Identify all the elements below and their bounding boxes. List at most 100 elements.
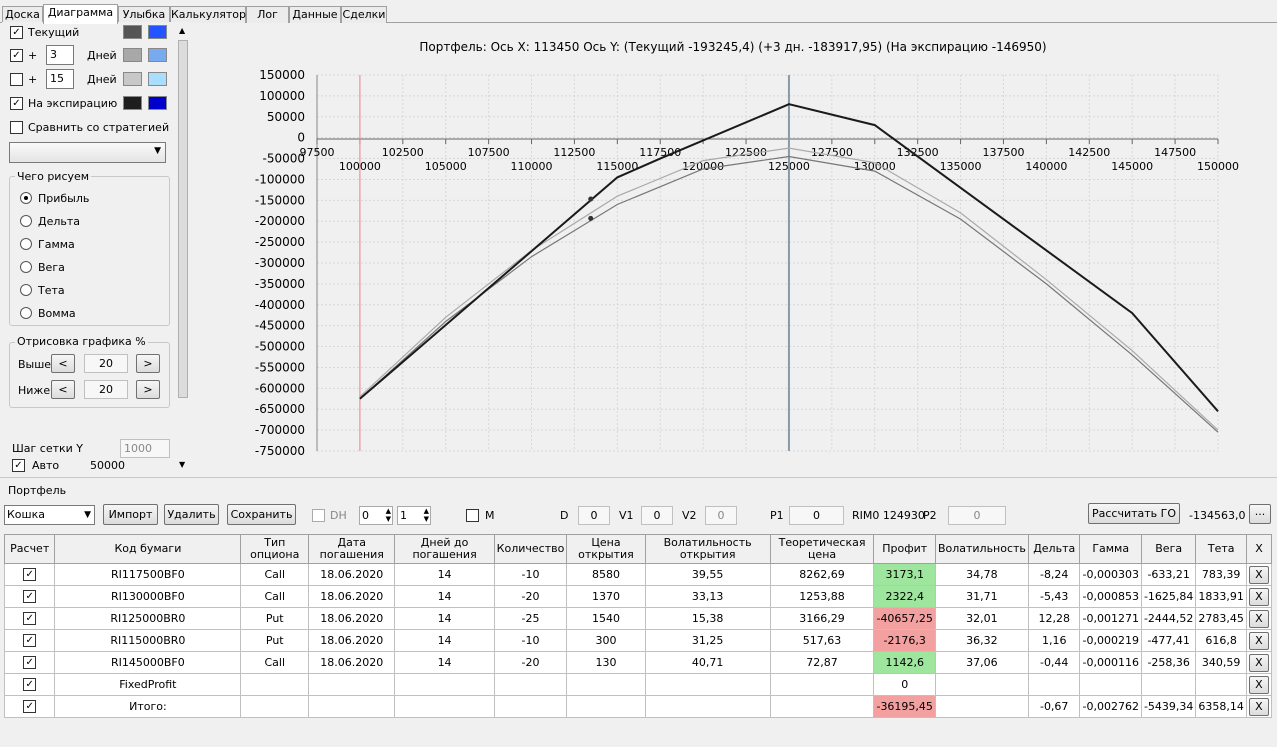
col-theta[interactable]: Тета — [1195, 534, 1247, 564]
row-checkbox[interactable]: ✓ — [23, 568, 37, 582]
tab-deals[interactable]: Сделки — [341, 6, 387, 23]
tab-data[interactable]: Данные — [289, 6, 341, 23]
scroll-thumb[interactable] — [178, 40, 188, 398]
tab-log[interactable]: Лог — [246, 6, 289, 23]
tab-diagram[interactable]: Диаграмма — [43, 4, 118, 24]
left-scrollbar[interactable]: ▲ ▼ — [177, 22, 189, 474]
dh-checkbox[interactable] — [312, 509, 325, 522]
above-value[interactable]: 20 — [84, 354, 128, 373]
col-code[interactable]: Код бумаги — [54, 534, 242, 564]
remove-row-button[interactable]: X — [1248, 587, 1269, 606]
auto-checkbox[interactable]: ✓ — [12, 459, 25, 472]
d-value[interactable]: 0 — [578, 506, 610, 525]
spin2-input[interactable]: 1 ▲ ▼ — [397, 506, 431, 525]
days2-input[interactable]: 15 — [46, 69, 74, 89]
col-qty[interactable]: Количество — [493, 534, 568, 564]
portfolio-select[interactable]: Кошка ▼ — [4, 505, 95, 525]
col-price[interactable]: Цена открытия — [566, 534, 646, 564]
col-gamma[interactable]: Гамма — [1079, 534, 1142, 564]
row-checkbox[interactable]: ✓ — [23, 656, 37, 670]
above-increase-button[interactable]: > — [136, 354, 160, 373]
grid-step-input[interactable]: 1000 — [120, 439, 170, 458]
days1-input[interactable]: 3 — [46, 45, 74, 65]
strategy-select[interactable]: ▼ — [9, 142, 166, 163]
tab-smile[interactable]: Улыбка — [118, 6, 170, 23]
radio-vega[interactable] — [20, 261, 32, 273]
calc-cell[interactable]: ✓ — [3, 629, 56, 652]
more-button[interactable]: ... — [1249, 504, 1271, 524]
col-delta[interactable]: Дельта — [1027, 534, 1081, 564]
delete-button[interactable]: Удалить — [164, 504, 219, 525]
table-row[interactable]: ✓ RI145000BF0 Call 18.06.2020 14 -20 130 40,71 7… — [3, 651, 1273, 674]
expiration-color-swatch-2[interactable] — [148, 96, 167, 110]
table-row[interactable]: ✓ FixedProfit 0 X — [3, 673, 1273, 696]
remove-row-button[interactable]: X — [1248, 631, 1269, 650]
col-vol-open[interactable]: Волатильность открытия — [644, 534, 771, 564]
panel-splitter[interactable] — [0, 477, 1277, 481]
table-row[interactable]: ✓ RI125000BR0 Put 18.06.2020 14 -25 1540 15,38 3… — [3, 607, 1273, 630]
days2-color-swatch-2[interactable] — [148, 72, 167, 86]
remove-row-button[interactable]: X — [1248, 675, 1269, 694]
remove-cell[interactable]: X — [1245, 629, 1273, 652]
expiration-color-swatch[interactable] — [123, 96, 142, 110]
scroll-up-icon[interactable]: ▲ — [179, 26, 185, 35]
row-checkbox[interactable]: ✓ — [23, 678, 37, 692]
calc-cell[interactable]: ✓ — [3, 607, 56, 630]
calc-cell[interactable]: ✓ — [3, 695, 56, 718]
above-decrease-button[interactable]: < — [51, 354, 75, 373]
spin-arrows-icon[interactable]: ▲ ▼ — [424, 507, 429, 523]
table-row[interactable]: ✓ RI115000BR0 Put 18.06.2020 14 -10 300 31,25 51… — [3, 629, 1273, 652]
remove-row-button[interactable]: X — [1248, 653, 1269, 672]
col-days[interactable]: Дней до погашения — [394, 534, 495, 564]
radio-delta[interactable] — [20, 215, 32, 227]
v2-value[interactable]: 0 — [705, 506, 737, 525]
remove-cell[interactable]: X — [1245, 563, 1273, 586]
current-checkbox[interactable]: ✓ — [10, 26, 23, 39]
table-row[interactable]: ✓ Итого: -36195,45 -0,67 -0,002762 -5439,34 63… — [3, 695, 1273, 718]
current-color-swatch[interactable] — [123, 25, 142, 39]
below-value[interactable]: 20 — [84, 380, 128, 399]
days2-color-swatch[interactable] — [123, 72, 142, 86]
p1-value[interactable]: 0 — [789, 506, 844, 525]
tab-calculator[interactable]: Калькулятор — [170, 6, 246, 23]
spin-arrows-icon[interactable]: ▲ ▼ — [386, 507, 391, 523]
v1-value[interactable]: 0 — [641, 506, 673, 525]
remove-row-button[interactable]: X — [1248, 609, 1269, 628]
remove-cell[interactable]: X — [1245, 673, 1273, 696]
radio-theta[interactable] — [20, 284, 32, 296]
days1-checkbox[interactable]: ✓ — [10, 49, 23, 62]
p2-value[interactable]: 0 — [948, 506, 1006, 525]
row-checkbox[interactable]: ✓ — [23, 634, 37, 648]
col-calc[interactable]: Расчет — [3, 534, 56, 564]
remove-cell[interactable]: X — [1245, 651, 1273, 674]
table-row[interactable]: ✓ RI117500BF0 Call 18.06.2020 14 -10 8580 39,55… — [3, 563, 1273, 586]
calc-cell[interactable]: ✓ — [3, 563, 56, 586]
col-vega[interactable]: Вега — [1140, 534, 1197, 564]
col-date[interactable]: Дата погашения — [308, 534, 396, 564]
m-checkbox[interactable] — [466, 509, 479, 522]
calc-go-button[interactable]: Рассчитать ГО — [1088, 503, 1180, 524]
save-button[interactable]: Сохранить — [227, 504, 296, 525]
row-checkbox[interactable]: ✓ — [23, 612, 37, 626]
calc-cell[interactable]: ✓ — [3, 585, 56, 608]
below-increase-button[interactable]: > — [136, 380, 160, 399]
radio-profit[interactable] — [20, 192, 32, 204]
expiration-checkbox[interactable]: ✓ — [10, 97, 23, 110]
col-theo[interactable]: Теоретическая цена — [769, 534, 875, 564]
table-row[interactable]: ✓ RI130000BF0 Call 18.06.2020 14 -20 1370 33,13… — [3, 585, 1273, 608]
remove-cell[interactable]: X — [1245, 607, 1273, 630]
below-decrease-button[interactable]: < — [51, 380, 75, 399]
tab-board[interactable]: Доска — [2, 6, 43, 23]
compare-checkbox[interactable] — [10, 121, 23, 134]
current-color-swatch-2[interactable] — [148, 25, 167, 39]
col-vol[interactable]: Волатильность — [934, 534, 1029, 564]
days1-color-swatch-2[interactable] — [148, 48, 167, 62]
radio-gamma[interactable] — [20, 238, 32, 250]
row-checkbox[interactable]: ✓ — [23, 700, 37, 714]
import-button[interactable]: Импорт — [103, 504, 158, 525]
remove-cell[interactable]: X — [1245, 695, 1273, 718]
col-type[interactable]: Тип опциона — [240, 534, 310, 564]
remove-row-button[interactable]: X — [1248, 565, 1269, 584]
calc-cell[interactable]: ✓ — [3, 673, 56, 696]
days2-checkbox[interactable] — [10, 73, 23, 86]
